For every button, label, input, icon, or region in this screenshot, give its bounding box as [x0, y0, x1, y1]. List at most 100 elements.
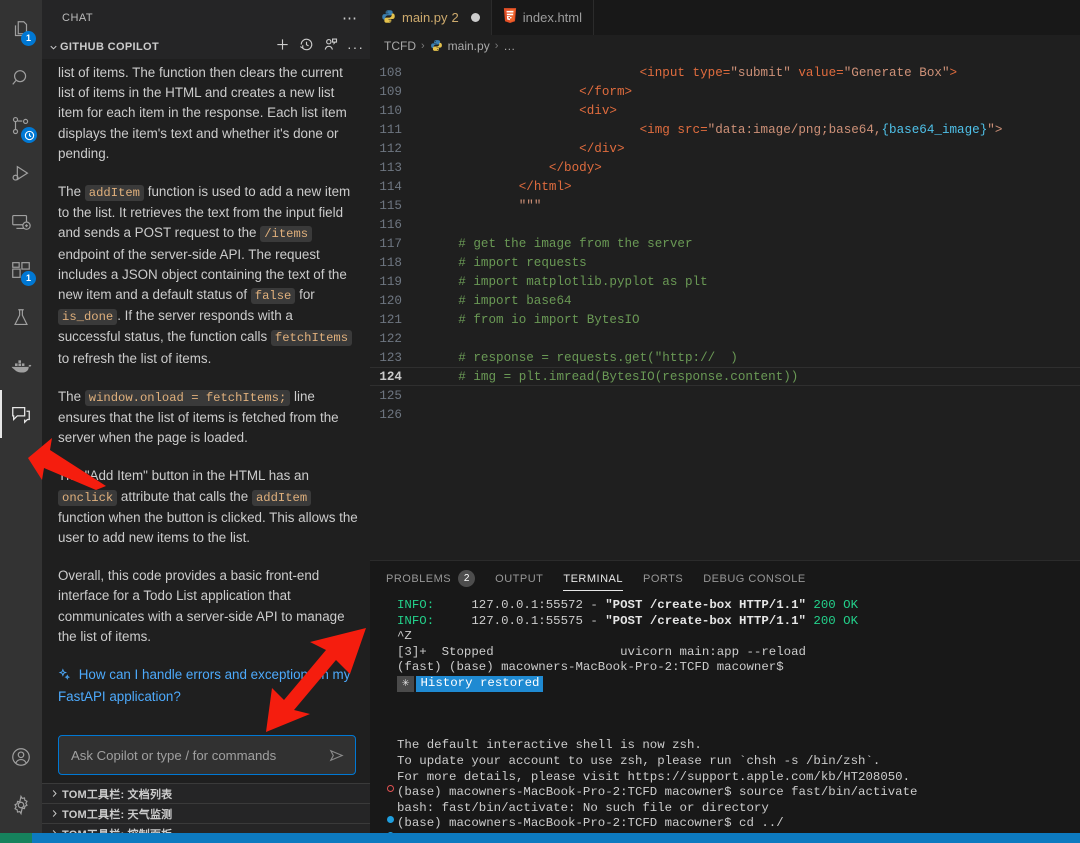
editor-tab-dirty-indicator[interactable]: [470, 13, 480, 22]
tool-section-weather[interactable]: TOM工具栏: 天气监测: [42, 803, 370, 823]
activitybar-item-search[interactable]: [0, 54, 42, 102]
new-chat-plus-icon[interactable]: [275, 37, 290, 57]
code-line[interactable]: 109 </form>: [370, 82, 1080, 101]
activitybar-item-settings[interactable]: [0, 781, 42, 829]
code-line[interactable]: 111 <img src="data:image/png;base64,{bas…: [370, 120, 1080, 139]
activitybar-item-source-control[interactable]: [0, 102, 42, 150]
code-line[interactable]: 122: [370, 329, 1080, 348]
activity-bar-top-group: 1 1: [0, 0, 42, 438]
code-text: # response = requests.get("http:// ): [458, 350, 738, 365]
code-text: </div>: [579, 141, 625, 156]
chat-paragraph-4: The "Add Item" button in the HTML has an…: [58, 468, 358, 546]
code-text: # import matplotlib.pyplot as plt: [458, 274, 708, 289]
activitybar-item-accounts[interactable]: [0, 733, 42, 781]
breadcrumb-item-folder[interactable]: TCFD: [384, 39, 416, 53]
terminal-line-text: The default interactive shell is now zsh…: [397, 738, 702, 753]
panel-tab-ports[interactable]: PORTS: [643, 561, 683, 596]
activity-bar: 1 1: [0, 0, 42, 843]
chevron-down-icon[interactable]: [46, 42, 60, 53]
asterisk-icon: ✳: [397, 675, 415, 692]
chat-followup-suggestion[interactable]: How can I handle errors and exceptions i…: [58, 665, 358, 707]
activitybar-item-testing[interactable]: [0, 294, 42, 342]
activity-bar-bottom-group: [0, 733, 42, 843]
code-line[interactable]: 124 # img = plt.imread(BytesIO(response.…: [370, 367, 1080, 386]
code-line[interactable]: 119 # import matplotlib.pyplot as plt: [370, 272, 1080, 291]
code-items-endpoint: /items: [260, 226, 313, 243]
vscode-window: 1 1 CHAT ⋯ GITHUB COPILOT ··· list of it…: [0, 0, 1080, 843]
activitybar-item-explorer[interactable]: 1: [0, 6, 42, 54]
code-line[interactable]: 121 # from io import BytesIO: [370, 310, 1080, 329]
command-success-icon: [384, 816, 397, 824]
chat-participant-icon[interactable]: [323, 37, 338, 57]
html5-icon: [503, 8, 517, 27]
code-line[interactable]: 116: [370, 215, 1080, 234]
breadcrumb: TCFD › main.py › …: [370, 35, 1080, 57]
line-number: 118: [379, 255, 402, 270]
tool-section-label: TOM工具栏: 天气监测: [62, 808, 173, 821]
sidebar-more-icon[interactable]: ⋯: [342, 9, 362, 27]
terminal-line: INFO: 127.0.0.1:55575 - "POST /create-bo…: [384, 614, 1072, 630]
breadcrumb-item-symbol[interactable]: …: [503, 39, 515, 53]
chevron-right-icon[interactable]: [46, 788, 62, 799]
code-line[interactable]: 115 """: [370, 196, 1080, 215]
terminal-line-text: INFO: 127.0.0.1:55575 - "POST /create-bo…: [397, 613, 859, 628]
panel-tab-debug-console[interactable]: DEBUG CONSOLE: [703, 561, 805, 596]
breadcrumb-item-file[interactable]: main.py: [448, 39, 490, 53]
line-number: 113: [379, 160, 402, 175]
terminal-line-text: [3]+ Stopped uvicorn main:app --reload: [397, 644, 806, 659]
code-line[interactable]: 108 <input type="submit" value="Generate…: [370, 63, 1080, 82]
code-onclick: onclick: [58, 489, 118, 506]
docker-whale-icon: [9, 356, 33, 376]
code-line[interactable]: 114 </html>: [370, 177, 1080, 196]
chat-paragraph-2: The addItem function is used to add a ne…: [58, 184, 353, 366]
activitybar-item-docker[interactable]: [0, 342, 42, 390]
code-text: """: [518, 198, 542, 213]
code-line[interactable]: 126: [370, 405, 1080, 424]
terminal-line: The default interactive shell is now zsh…: [384, 738, 1072, 754]
status-bar[interactable]: [0, 833, 1080, 843]
code-text: # import requests: [458, 255, 587, 270]
sidebar-title-label: CHAT: [62, 11, 94, 24]
chevron-right-icon[interactable]: [46, 808, 62, 819]
editor-tab-count: 2: [451, 10, 459, 25]
code-line[interactable]: 125: [370, 386, 1080, 405]
code-fetchitems: fetchItems: [270, 330, 353, 347]
code-line[interactable]: 112 </div>: [370, 139, 1080, 158]
terminal-line: ^Z: [384, 629, 1072, 645]
code-line[interactable]: 118 # import requests: [370, 253, 1080, 272]
editor-tab-main-py[interactable]: main.py 2: [370, 0, 492, 35]
panel-tab-problems[interactable]: PROBLEMS 2: [386, 561, 476, 596]
code-line[interactable]: 113 </body>: [370, 158, 1080, 177]
copilot-more-icon[interactable]: ···: [347, 40, 364, 54]
line-number: 108: [379, 65, 402, 80]
activitybar-item-extensions[interactable]: 1: [0, 246, 42, 294]
tool-section-doc-list[interactable]: TOM工具栏: 文档列表: [42, 783, 370, 803]
terminal-output[interactable]: INFO: 127.0.0.1:55572 - "POST /create-bo…: [370, 596, 1080, 843]
activitybar-item-remote-explorer[interactable]: [0, 198, 42, 246]
chat-input-box[interactable]: Ask Copilot or type / for commands: [58, 735, 356, 775]
code-line[interactable]: 117 # get the image from the server: [370, 234, 1080, 253]
code-line[interactable]: 120 # import base64: [370, 291, 1080, 310]
code-text: <input type="submit" value="Generate Box…: [639, 65, 958, 80]
panel-tab-output[interactable]: OUTPUT: [495, 561, 543, 596]
code-line[interactable]: 110 <div>: [370, 101, 1080, 120]
command-failed-icon: [384, 785, 397, 793]
line-number: 111: [379, 122, 402, 137]
panel-tab-terminal[interactable]: TERMINAL: [563, 561, 623, 596]
history-clock-icon[interactable]: [299, 37, 314, 57]
line-number: 114: [379, 179, 402, 194]
history-restored-label: History restored: [416, 675, 544, 692]
chat-followup-text: How can I handle errors and exceptions i…: [58, 667, 351, 705]
send-arrow-icon[interactable]: [328, 747, 345, 764]
code-editor[interactable]: 108 <input type="submit" value="Generate…: [370, 57, 1080, 560]
activitybar-item-chat[interactable]: [0, 390, 42, 438]
code-line[interactable]: 123 # response = requests.get("http:// ): [370, 348, 1080, 367]
line-number: 112: [379, 141, 402, 156]
line-number: 115: [379, 198, 402, 213]
chat-p1-text: list of items. The function then clears …: [58, 65, 347, 161]
editor-tab-index-html[interactable]: index.html: [491, 0, 595, 35]
copilot-section-header[interactable]: GITHUB COPILOT ···: [42, 35, 370, 59]
activitybar-item-run-and-debug[interactable]: [0, 150, 42, 198]
status-bar-remote-indicator[interactable]: [0, 833, 32, 843]
